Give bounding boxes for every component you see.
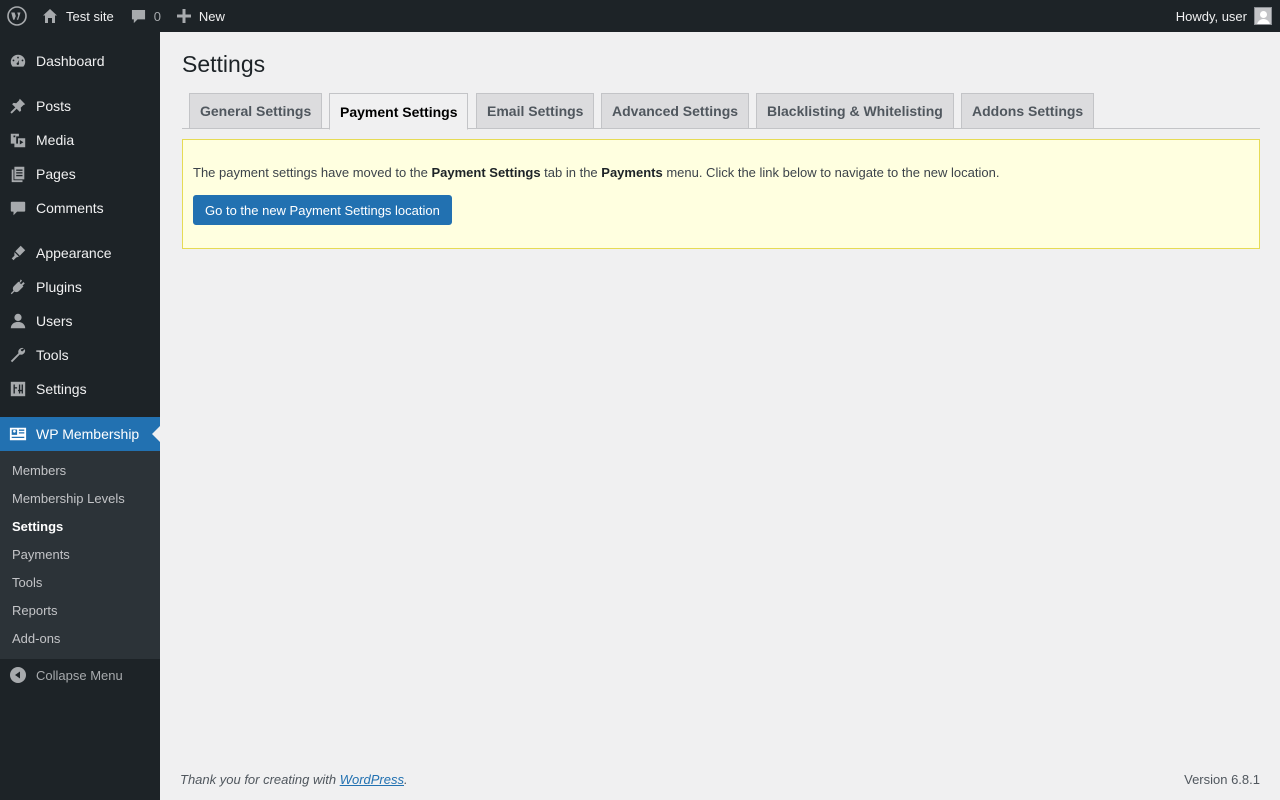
- menu-item-label: Settings: [36, 381, 87, 397]
- menu-item-label: Tools: [36, 347, 69, 363]
- tab-addons-settings[interactable]: Addons Settings: [961, 93, 1095, 129]
- footer-thanks: Thank you for creating with WordPress.: [180, 772, 408, 787]
- menu-item-users[interactable]: Users: [0, 304, 160, 338]
- footer-thanks-suffix: .: [404, 772, 408, 787]
- submenu-item-add-ons[interactable]: Add-ons: [12, 631, 60, 646]
- id-card-icon: [9, 427, 27, 441]
- comments-link[interactable]: 0: [122, 0, 169, 32]
- wordpress-logo-icon: [7, 6, 27, 26]
- menu-item-label: Media: [36, 132, 75, 148]
- pages-icon: [11, 166, 25, 183]
- tab-payment-settings[interactable]: Payment Settings: [329, 93, 469, 130]
- site-name-link[interactable]: Test site: [33, 0, 122, 32]
- menu-item-label: Posts: [36, 98, 72, 114]
- dashboard-icon: [10, 54, 26, 67]
- menu-item-label: Users: [36, 313, 73, 329]
- tab-advanced-settings[interactable]: Advanced Settings: [601, 93, 750, 129]
- menu-item-label: Dashboard: [36, 53, 105, 69]
- notice-bold-payment-settings: Payment Settings: [431, 165, 541, 180]
- pin-icon: [10, 98, 26, 114]
- settings-tabs: General Settings Payment Settings Email …: [182, 92, 1260, 130]
- submenu-item-members[interactable]: Members: [12, 463, 66, 478]
- avatar: [1254, 7, 1272, 25]
- account-menu[interactable]: Howdy, user: [1176, 0, 1280, 32]
- new-label: New: [198, 8, 225, 24]
- admin-bar: Test site 0 New Howdy, user: [0, 0, 1280, 32]
- brush-icon: [11, 245, 26, 261]
- menu-item-media[interactable]: Media: [0, 123, 160, 157]
- comment-icon: [10, 201, 26, 216]
- submenu-item-tools[interactable]: Tools: [12, 575, 42, 590]
- collapse-menu-button[interactable]: Collapse Menu: [0, 662, 160, 688]
- menu-item-label: WP Membership: [36, 426, 140, 442]
- submenu-item-reports[interactable]: Reports: [12, 603, 58, 618]
- menu-item-settings[interactable]: Settings: [0, 372, 160, 406]
- go-to-payment-settings-button[interactable]: Go to the new Payment Settings location: [193, 195, 452, 225]
- payment-moved-notice: The payment settings have moved to the P…: [182, 139, 1260, 249]
- menu-item-plugins[interactable]: Plugins: [0, 270, 160, 304]
- notice-text-part: The payment settings have moved to the: [193, 165, 432, 180]
- notice-text: The payment settings have moved to the P…: [193, 165, 999, 180]
- wp-membership-submenu: Members Membership Levels Settings Payme…: [0, 451, 160, 659]
- admin-sidebar: Dashboard Posts Media Pages Comments App…: [0, 32, 160, 800]
- wrench-icon: [10, 347, 26, 363]
- menu-item-label: Appearance: [36, 245, 112, 261]
- notice-bold-payments: Payments: [601, 165, 663, 180]
- collapse-arrow-icon: [10, 667, 26, 683]
- user-icon: [10, 313, 26, 329]
- wordpress-logo-button[interactable]: [0, 0, 33, 32]
- menu-item-posts[interactable]: Posts: [0, 89, 160, 123]
- tab-email-settings[interactable]: Email Settings: [476, 93, 595, 129]
- media-icon: [10, 133, 26, 148]
- menu-item-comments[interactable]: Comments: [0, 191, 160, 225]
- menu-item-dashboard[interactable]: Dashboard: [0, 44, 160, 78]
- menu-item-tools[interactable]: Tools: [0, 338, 160, 372]
- menu-item-label: Comments: [36, 200, 104, 216]
- notice-text-part: tab in the: [540, 165, 602, 180]
- version-label: Version 6.8.1: [1184, 772, 1260, 787]
- page-title: Settings: [182, 51, 266, 77]
- menu-item-label: Plugins: [36, 279, 82, 295]
- submenu-item-membership-levels[interactable]: Membership Levels: [12, 491, 125, 506]
- howdy-label: Howdy, user: [1175, 8, 1247, 24]
- wordpress-link[interactable]: WordPress: [340, 772, 404, 787]
- submenu-item-settings[interactable]: Settings: [12, 519, 63, 534]
- tab-general-settings[interactable]: General Settings: [189, 93, 323, 129]
- menu-item-pages[interactable]: Pages: [0, 157, 160, 191]
- tab-blacklisting-whitelisting[interactable]: Blacklisting & Whitelisting: [756, 93, 954, 129]
- footer-thanks-prefix: Thank you for creating with: [180, 772, 340, 787]
- submenu-item-payments[interactable]: Payments: [12, 547, 70, 562]
- comments-count: 0: [153, 8, 161, 24]
- plug-icon: [10, 279, 25, 295]
- collapse-menu-label: Collapse Menu: [36, 667, 123, 683]
- menu-item-wp-membership[interactable]: WP Membership: [0, 417, 160, 451]
- site-name-label: Test site: [66, 8, 114, 24]
- comment-icon: [131, 9, 145, 23]
- home-icon: [43, 9, 57, 23]
- main-content: Settings General Settings Payment Settin…: [160, 32, 1280, 800]
- menu-item-appearance[interactable]: Appearance: [0, 236, 160, 270]
- menu-item-label: Pages: [36, 166, 76, 182]
- notice-text-part: menu. Click the link below to navigate t…: [662, 165, 1000, 180]
- settings-icon: [10, 381, 26, 397]
- plus-icon: [176, 9, 191, 23]
- new-content-link[interactable]: New: [169, 0, 233, 32]
